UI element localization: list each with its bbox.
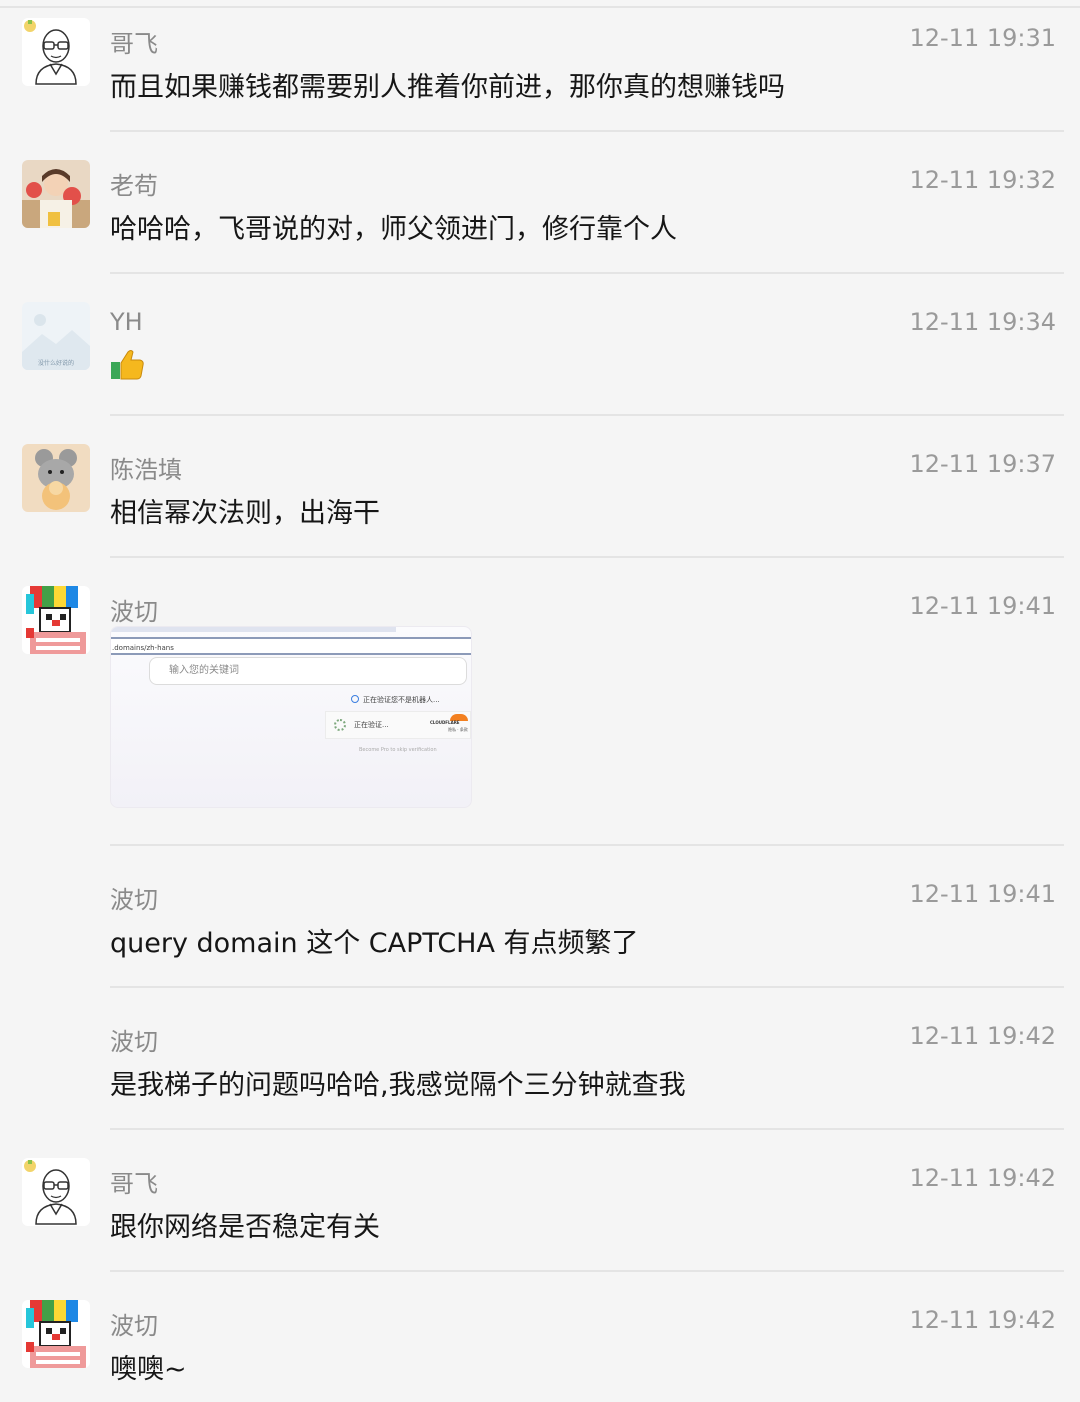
message-time: 12-11 19:34 (909, 308, 1056, 336)
avatar[interactable]: 没什么好说的 (22, 302, 90, 370)
sender-name[interactable]: 哥飞 (110, 1164, 158, 1199)
sender-name[interactable]: 波切 (110, 1022, 158, 1057)
sender-name[interactable]: YH (110, 308, 143, 336)
divider (110, 556, 1064, 558)
message-item: 哥飞 12-11 19:31 而且如果赚钱都需要别人推着你前进，那你真的想赚钱吗 (0, 8, 1080, 134)
sender-name[interactable]: 哥飞 (110, 24, 158, 59)
thumbs-up-icon (111, 350, 144, 380)
sender-name[interactable]: 波切 (110, 592, 158, 627)
message-text: 是我梯子的问题吗哈哈,我感觉隔个三分钟就查我 (110, 1070, 686, 1101)
message-item: 波切 12-11 19:42 噢噢~ (0, 1290, 1080, 1402)
message-item: 波切 12-11 19:41 .domains/zh-hans 输入您的关键词 … (0, 576, 1080, 846)
message-time: 12-11 19:42 (909, 1306, 1056, 1334)
message-text: 而且如果赚钱都需要别人推着你前进，那你真的想赚钱吗 (110, 72, 785, 103)
screenshot-verify-text: 正在验证您不是机器人... (351, 695, 440, 705)
message-time: 12-11 19:37 (909, 450, 1056, 478)
message-time: 12-11 19:31 (909, 24, 1056, 52)
message-time: 12-11 19:41 (909, 880, 1056, 908)
sender-name[interactable]: 波切 (110, 1306, 158, 1341)
divider (110, 1270, 1064, 1272)
avatar[interactable] (22, 1300, 90, 1368)
message-time: 12-11 19:42 (909, 1022, 1056, 1050)
divider (110, 414, 1064, 416)
avatar[interactable] (22, 160, 90, 228)
divider (110, 130, 1064, 132)
sender-name[interactable]: 陈浩填 (110, 450, 182, 485)
divider (110, 844, 1064, 846)
screenshot-image[interactable]: .domains/zh-hans 输入您的关键词 正在验证您不是机器人... 正… (110, 626, 472, 808)
divider (110, 272, 1064, 274)
message-item: 哥飞 12-11 19:42 跟你网络是否稳定有关 (0, 1148, 1080, 1274)
message-time: 12-11 19:42 (909, 1164, 1056, 1192)
avatar[interactable] (22, 1158, 90, 1226)
message-text: query domain 这个 CAPTCHA 有点频繁了 (110, 928, 639, 959)
avatar[interactable] (22, 18, 90, 86)
avatar[interactable] (22, 586, 90, 654)
skip-verification-text: Become Pro to skip verification (359, 747, 437, 753)
captcha-status: 正在验证... (354, 721, 389, 729)
sender-name[interactable]: 波切 (110, 880, 158, 915)
message-item: 陈浩填 12-11 19:37 相信幂次法则，出海干 (0, 434, 1080, 560)
screenshot-url: .domains/zh-hans (111, 637, 471, 655)
spinner-icon (334, 719, 346, 731)
message-time: 12-11 19:41 (909, 592, 1056, 620)
progress-bar (111, 627, 396, 632)
avatar[interactable] (22, 444, 90, 512)
divider (110, 986, 1064, 988)
captcha-links: 隐私 · 条款 (448, 727, 468, 732)
message-text: 相信幂次法则，出海干 (110, 498, 380, 529)
message-text: 跟你网络是否稳定有关 (110, 1212, 380, 1243)
screenshot-search-box: 输入您的关键词 (149, 657, 467, 685)
captcha-widget: 正在验证... CLOUDFLARE 隐私 · 条款 (325, 711, 471, 739)
message-text: 哈哈哈，飞哥说的对，师父领进门，修行靠个人 (110, 214, 677, 245)
sender-name[interactable]: 老苟 (110, 166, 158, 201)
message-item: 波切 12-11 19:42 是我梯子的问题吗哈哈,我感觉隔个三分钟就查我 (0, 1006, 1080, 1132)
divider (110, 1128, 1064, 1130)
avatar-caption: 没什么好说的 (38, 359, 74, 367)
message-item: 没什么好说的 YH 12-11 19:34 (0, 292, 1080, 418)
message-time: 12-11 19:32 (909, 166, 1056, 194)
captcha-brand: CLOUDFLARE (430, 720, 460, 725)
message-text: 噢噢~ (110, 1354, 187, 1385)
message-item: 老苟 12-11 19:32 哈哈哈，飞哥说的对，师父领进门，修行靠个人 (0, 150, 1080, 276)
message-item: 波切 12-11 19:41 query domain 这个 CAPTCHA 有… (0, 864, 1080, 990)
